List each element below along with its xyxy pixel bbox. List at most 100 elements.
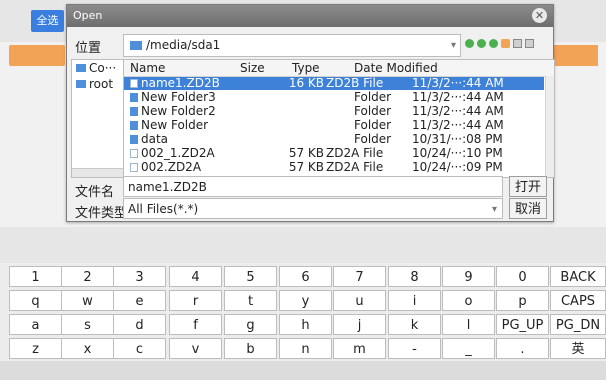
key-2-4[interactable]: g: [224, 314, 277, 335]
key-1-9[interactable]: p: [496, 290, 549, 311]
key-1-4[interactable]: t: [224, 290, 277, 311]
key-1-2[interactable]: e: [113, 290, 166, 311]
key-0-3[interactable]: 4: [169, 266, 222, 287]
forward-icon[interactable]: [477, 39, 486, 48]
dialog-titlebar: Open ✕: [67, 5, 553, 27]
file-row[interactable]: data Folder 10/31/···:08 PM: [124, 133, 544, 146]
file-name: New Folder3: [130, 91, 232, 104]
key-2-5[interactable]: h: [279, 314, 332, 335]
key-3-6[interactable]: m: [333, 338, 386, 359]
key-0-6[interactable]: 7: [333, 266, 386, 287]
key-3-8[interactable]: _: [442, 338, 495, 359]
file-list-header: Name Size Type Date Modified: [124, 60, 554, 77]
key-3-4[interactable]: b: [224, 338, 277, 359]
file-icon: [130, 79, 138, 88]
file-date-modified: 10/24/···:10 PM: [412, 147, 503, 160]
folder-icon: [130, 121, 138, 130]
key-0-8[interactable]: 9: [442, 266, 495, 287]
key-2-9[interactable]: PG_UP: [496, 314, 549, 335]
key-3-2[interactable]: c: [113, 338, 166, 359]
key-1-8[interactable]: o: [442, 290, 495, 311]
key-1-1[interactable]: w: [61, 290, 114, 311]
key-0-1[interactable]: 2: [61, 266, 114, 287]
file-row[interactable]: 002.ZD2A 57 KB ZD2A File 10/24/···:09 PM: [124, 161, 544, 174]
key-2-8[interactable]: l: [442, 314, 495, 335]
file-name: New Folder: [130, 119, 232, 132]
column-date-modified[interactable]: Date Modified: [354, 60, 464, 76]
new-folder-icon[interactable]: [501, 39, 510, 48]
tree-scrollbar[interactable]: [72, 168, 124, 177]
filetype-select[interactable]: All Files(*.*) ▾: [123, 198, 503, 219]
chevron-down-icon[interactable]: ▾: [451, 35, 456, 56]
key-2-3[interactable]: f: [169, 314, 222, 335]
column-name[interactable]: Name: [130, 60, 232, 76]
back-icon[interactable]: [465, 39, 474, 48]
chevron-down-icon[interactable]: ▾: [492, 199, 497, 220]
cancel-button[interactable]: 取消: [509, 198, 547, 219]
file-row[interactable]: 002_1.ZD2A 57 KB ZD2A File 10/24/···:10 PM: [124, 147, 544, 160]
dialog-toolbar: [465, 39, 537, 51]
key-3-0[interactable]: z: [9, 338, 62, 359]
key-1-7[interactable]: i: [388, 290, 441, 311]
key-2-2[interactable]: d: [113, 314, 166, 335]
tree-item-computer[interactable]: Co···: [72, 60, 124, 76]
file-row[interactable]: New Folder2 Folder 11/3/2···:44 AM: [124, 105, 544, 118]
file-date-modified: 11/3/2···:44 AM: [412, 105, 504, 118]
file-name: 002.ZD2A: [130, 161, 232, 174]
key-1-0[interactable]: q: [9, 290, 62, 311]
tree-item-root[interactable]: root: [72, 76, 124, 92]
file-name: 002_1.ZD2A: [130, 147, 232, 160]
key-1-5[interactable]: y: [279, 290, 332, 311]
key-0-10[interactable]: BACK: [550, 266, 606, 287]
location-label: 位置: [75, 41, 102, 56]
file-date-modified: 10/24/···:09 PM: [412, 161, 503, 174]
key-0-7[interactable]: 8: [388, 266, 441, 287]
dialog-title: Open: [73, 9, 103, 22]
file-name: data: [130, 133, 232, 146]
filetype-label: 文件类型: [75, 206, 128, 221]
location-path-combo[interactable]: /media/sda1 ▾: [123, 34, 461, 57]
key-2-7[interactable]: k: [388, 314, 441, 335]
filename-input[interactable]: name1.ZD2B: [123, 176, 503, 197]
app-orange-button[interactable]: [9, 45, 65, 66]
file-list-scrollbar[interactable]: [545, 76, 554, 177]
up-icon[interactable]: [489, 39, 498, 48]
file-icon: [130, 163, 138, 172]
key-2-10[interactable]: PG_DN: [550, 314, 606, 335]
file-type: ZD2A File: [326, 147, 384, 160]
key-2-0[interactable]: a: [9, 314, 62, 335]
location-path: /media/sda1: [146, 38, 221, 52]
filename-label: 文件名: [75, 185, 115, 200]
key-2-6[interactable]: j: [333, 314, 386, 335]
key-3-10[interactable]: 英: [550, 338, 606, 359]
key-3-3[interactable]: v: [169, 338, 222, 359]
key-3-1[interactable]: x: [61, 338, 114, 359]
places-tree: Co··· root: [71, 59, 125, 178]
close-icon[interactable]: ✕: [532, 8, 547, 23]
file-row[interactable]: name1.ZD2B 16 KB ZD2B File 11/3/2···:44 AM: [124, 77, 544, 90]
file-size: 57 KB: [288, 147, 324, 160]
file-date-modified: 11/3/2···:44 AM: [412, 119, 504, 132]
key-0-0[interactable]: 1: [9, 266, 62, 287]
key-0-4[interactable]: 5: [224, 266, 277, 287]
select-all-button[interactable]: 全选: [31, 10, 64, 32]
key-0-9[interactable]: 0: [496, 266, 549, 287]
key-1-6[interactable]: u: [333, 290, 386, 311]
key-3-7[interactable]: -: [388, 338, 441, 359]
open-button[interactable]: 打开: [509, 176, 547, 197]
key-3-5[interactable]: n: [279, 338, 332, 359]
key-0-2[interactable]: 3: [113, 266, 166, 287]
key-1-10[interactable]: CAPS: [550, 290, 606, 311]
file-row[interactable]: New Folder Folder 11/3/2···:44 AM: [124, 119, 544, 132]
key-0-5[interactable]: 6: [279, 266, 332, 287]
list-view-icon[interactable]: [513, 39, 522, 48]
open-file-dialog: Open ✕ 位置 /media/sda1 ▾ Co··· root Name …: [66, 4, 555, 222]
folder-icon: [76, 80, 86, 88]
key-3-9[interactable]: .: [496, 338, 549, 359]
file-row[interactable]: New Folder3 Folder 11/3/2···:44 AM: [124, 91, 544, 104]
file-date-modified: 11/3/2···:44 AM: [412, 91, 504, 104]
file-type: ZD2A File: [326, 161, 384, 174]
key-1-3[interactable]: r: [169, 290, 222, 311]
detail-view-icon[interactable]: [525, 39, 534, 48]
key-2-1[interactable]: s: [61, 314, 114, 335]
